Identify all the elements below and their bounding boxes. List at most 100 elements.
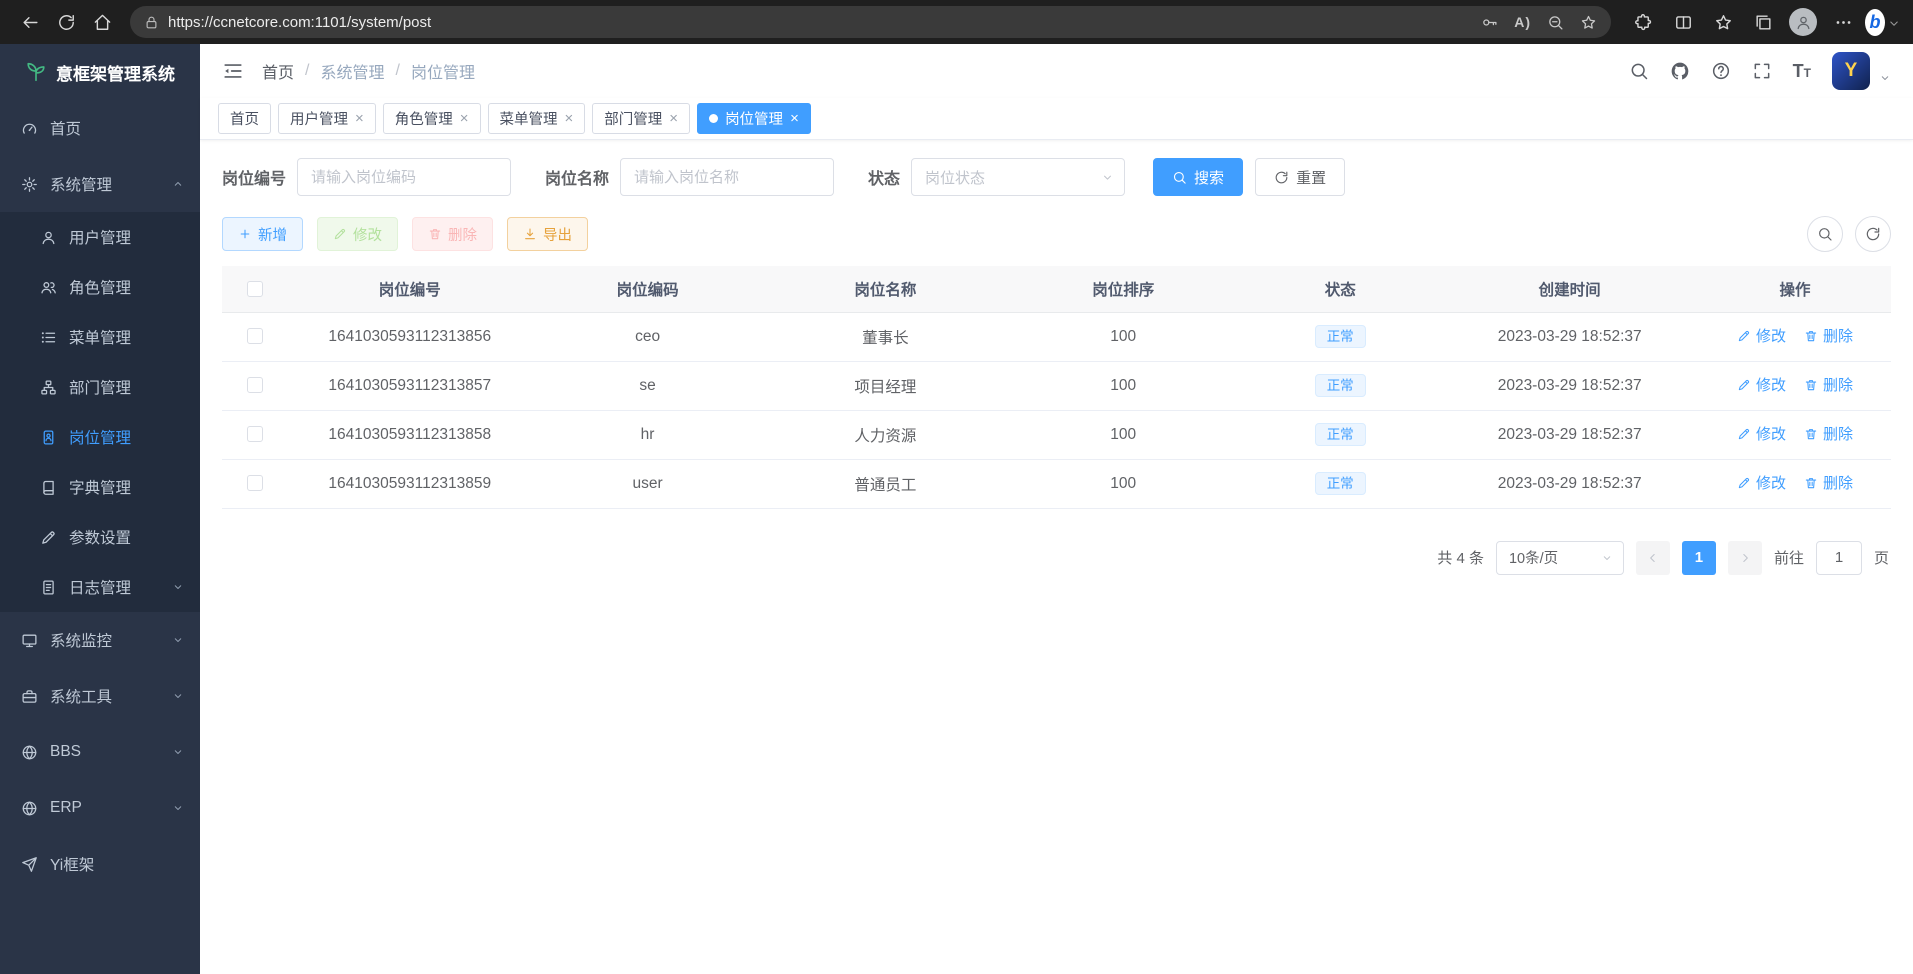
filter-form: 岗位编号 岗位名称 状态 岗位状态 搜索 重置 [222, 158, 1891, 196]
read-aloud-icon[interactable]: A) [1514, 14, 1531, 30]
password-key-icon[interactable] [1481, 14, 1498, 31]
row-delete-button[interactable]: 删除 [1804, 472, 1853, 493]
cell-created: 2023-03-29 18:52:37 [1440, 459, 1699, 508]
font-size-icon[interactable]: TT [1793, 61, 1811, 82]
github-icon[interactable] [1670, 61, 1690, 81]
status-select[interactable]: 岗位状态 [911, 158, 1125, 196]
favorites-button[interactable] [1705, 5, 1741, 39]
table-row: 1641030593112313858 hr 人力资源 100 正常 2023-… [222, 410, 1891, 459]
sidebar-item-param-settings[interactable]: 参数设置 [0, 512, 200, 562]
row-edit-button[interactable]: 修改 [1737, 472, 1786, 493]
row-checkbox[interactable] [247, 328, 263, 344]
sidebar-item-role-management[interactable]: 角色管理 [0, 262, 200, 312]
page-size-select[interactable]: 10条/页 [1496, 541, 1624, 575]
sidebar-item-system[interactable]: 系统管理 [0, 156, 200, 212]
help-question-icon[interactable] [1711, 61, 1731, 81]
breadcrumb-home[interactable]: 首页 [262, 59, 294, 83]
address-bar[interactable]: https://ccnetcore.com:1101/system/post A… [130, 6, 1611, 38]
sidebar-fold-icon[interactable] [222, 60, 244, 82]
url-text[interactable]: https://ccnetcore.com:1101/system/post [168, 14, 1481, 31]
edit-button[interactable]: 修改 [317, 217, 398, 251]
close-icon[interactable]: × [565, 111, 574, 126]
table-row: 1641030593112313856 ceo 董事长 100 正常 2023-… [222, 312, 1891, 361]
prev-page-button[interactable] [1636, 541, 1670, 575]
user-icon [40, 229, 57, 246]
delete-button[interactable]: 删除 [412, 217, 493, 251]
row-checkbox[interactable] [247, 426, 263, 442]
sidebar-item-erp[interactable]: ERP [0, 780, 200, 836]
browser-profile-button[interactable] [1785, 5, 1821, 39]
post-name-input[interactable] [620, 158, 834, 196]
sidebar-item-bbs[interactable]: BBS [0, 724, 200, 780]
header-search-icon[interactable] [1629, 61, 1649, 81]
column-created: 创建时间 [1440, 266, 1699, 312]
avatar-caret-icon[interactable] [1879, 72, 1891, 84]
export-button[interactable]: 导出 [507, 217, 588, 251]
sidebar-item-user-management[interactable]: 用户管理 [0, 212, 200, 262]
row-delete-button[interactable]: 删除 [1804, 325, 1853, 346]
split-screen-button[interactable] [1665, 5, 1701, 39]
tab-post-management[interactable]: 岗位管理× [697, 103, 811, 134]
collections-button[interactable] [1745, 5, 1781, 39]
row-edit-button[interactable]: 修改 [1737, 423, 1786, 444]
goto-page-input[interactable] [1816, 541, 1862, 575]
sidebar-item-tools[interactable]: 系统工具 [0, 668, 200, 724]
zoom-icon[interactable] [1547, 14, 1564, 31]
chevron-down-icon [172, 634, 184, 646]
sidebar-item-menu-management[interactable]: 菜单管理 [0, 312, 200, 362]
table-row: 1641030593112313859 user 普通员工 100 正常 202… [222, 459, 1891, 508]
page-number-button[interactable]: 1 [1682, 541, 1716, 575]
user-avatar[interactable]: Y [1832, 52, 1870, 90]
fullscreen-icon[interactable] [1752, 61, 1772, 81]
sidebar-item-log-management[interactable]: 日志管理 [0, 562, 200, 612]
select-all-checkbox[interactable] [247, 281, 263, 297]
row-edit-button[interactable]: 修改 [1737, 374, 1786, 395]
close-icon[interactable]: × [355, 111, 364, 126]
extensions-button[interactable] [1625, 5, 1661, 39]
sidebar-item-dept-management[interactable]: 部门管理 [0, 362, 200, 412]
refresh-table-button[interactable] [1855, 216, 1891, 252]
next-page-button[interactable] [1728, 541, 1762, 575]
close-icon[interactable]: × [790, 111, 799, 126]
sidebar-item-post-management[interactable]: 岗位管理 [0, 412, 200, 462]
post-table: 岗位编号 岗位编码 岗位名称 岗位排序 状态 创建时间 操作 16410305 [222, 266, 1891, 509]
edit-pen-icon [1737, 378, 1751, 392]
sidebar-item-dict-management[interactable]: 字典管理 [0, 462, 200, 512]
browser-home-button[interactable] [84, 5, 120, 39]
browser-menu-button[interactable] [1825, 5, 1861, 39]
tab-menu-management[interactable]: 菜单管理× [488, 103, 586, 134]
breadcrumb: 首页 / 系统管理 / 岗位管理 [262, 59, 475, 83]
column-post-name: 岗位名称 [764, 266, 1006, 312]
cell-post-name: 普通员工 [764, 459, 1006, 508]
browser-back-button[interactable] [12, 5, 48, 39]
sidebar-item-home[interactable]: 首页 [0, 100, 200, 156]
gear-icon [21, 176, 38, 193]
search-button[interactable]: 搜索 [1153, 158, 1243, 196]
app-header: 首页 / 系统管理 / 岗位管理 TT Y [200, 44, 1913, 98]
app-logo[interactable]: 意框架管理系统 [0, 44, 200, 100]
search-icon [1817, 226, 1833, 242]
favorites-star-icon [1714, 13, 1733, 32]
tab-dept-management[interactable]: 部门管理× [592, 103, 690, 134]
toggle-search-button[interactable] [1807, 216, 1843, 252]
row-checkbox[interactable] [247, 377, 263, 393]
add-button[interactable]: 新增 [222, 217, 303, 251]
goto-label: 前往 [1774, 547, 1804, 568]
sidebar-item-monitor[interactable]: 系统监控 [0, 612, 200, 668]
row-delete-button[interactable]: 删除 [1804, 423, 1853, 444]
tab-home[interactable]: 首页 [218, 103, 271, 134]
row-edit-button[interactable]: 修改 [1737, 325, 1786, 346]
browser-refresh-button[interactable] [48, 5, 84, 39]
close-icon[interactable]: × [669, 111, 678, 126]
close-icon[interactable]: × [460, 111, 469, 126]
bing-copilot-button[interactable]: b [1865, 5, 1901, 39]
tab-user-management[interactable]: 用户管理× [278, 103, 376, 134]
book-icon [40, 479, 57, 496]
add-favorite-star-icon[interactable] [1580, 14, 1597, 31]
post-id-input[interactable] [297, 158, 511, 196]
row-delete-button[interactable]: 删除 [1804, 374, 1853, 395]
sidebar-item-yi-framework[interactable]: Yi框架 [0, 836, 200, 892]
tab-role-management[interactable]: 角色管理× [383, 103, 481, 134]
reset-button[interactable]: 重置 [1255, 158, 1345, 196]
row-checkbox[interactable] [247, 475, 263, 491]
